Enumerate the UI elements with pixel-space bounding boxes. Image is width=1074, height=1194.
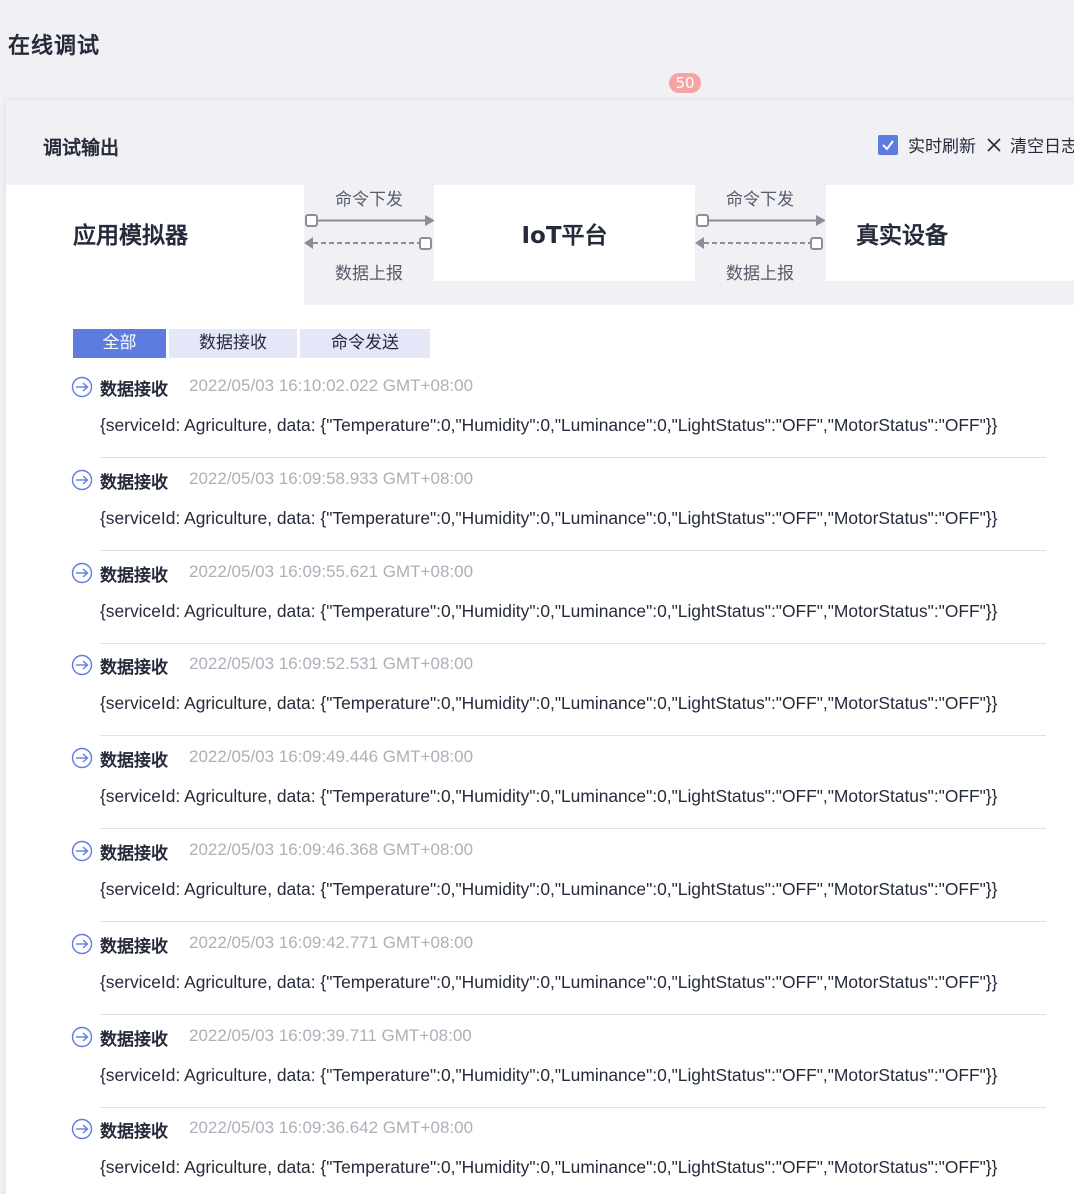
log-payload: {serviceId: Agriculture, data: {"Tempera… <box>100 878 998 899</box>
log-type: 数据接收 <box>100 843 168 864</box>
data-receive-icon <box>71 1026 93 1052</box>
log-type: 数据接收 <box>100 565 168 586</box>
log-entry: 数据接收 2022/05/03 16:09:39.711 GMT+08:00 {se… <box>6 1018 1074 1111</box>
tab-data-receive[interactable]: 数据接收 <box>169 329 297 358</box>
log-entry: 数据接收 2022/05/03 16:09:42.771 GMT+08:00 {se… <box>6 925 1074 1018</box>
log-entry: 数据接收 2022/05/03 16:09:55.621 GMT+08:00 {se… <box>6 554 1074 647</box>
log-filter-tabs: 全部 数据接收 命令发送 <box>73 329 433 358</box>
data-receive-icon <box>71 747 93 773</box>
check-icon <box>882 139 894 151</box>
log-entry: 数据接收 2022/05/03 16:09:46.368 GMT+08:00 {se… <box>6 832 1074 925</box>
log-divider <box>100 828 1046 830</box>
log-timestamp: 2022/05/03 16:09:52.531 GMT+08:00 <box>189 654 474 674</box>
tab-command-send[interactable]: 命令发送 <box>300 329 430 358</box>
flow-diagram: 应用模拟器 命令下发 数据上报 IoT平台 命令下发 数据上报 真实设备 <box>43 185 1074 305</box>
iot-platform-node[interactable]: IoT平台 <box>434 185 695 281</box>
log-payload: {serviceId: Agriculture, data: {"Tempera… <box>100 507 998 528</box>
log-payload: {serviceId: Agriculture, data: {"Tempera… <box>100 693 998 714</box>
log-payload: {serviceId: Agriculture, data: {"Tempera… <box>100 971 998 992</box>
connector-app-iot: 命令下发 数据上报 <box>304 185 434 284</box>
data-up-label: 数据上报 <box>335 264 403 284</box>
log-payload: {serviceId: Agriculture, data: {"Tempera… <box>100 1157 998 1178</box>
flow-arrows-icon <box>304 214 434 250</box>
debug-output-card: 调试输出 实时刷新 清空日志 应用模拟器 命令下发 数据上报 IoT平台 命令下… <box>6 100 1074 1194</box>
log-entry: 数据接收 2022/05/03 16:09:52.531 GMT+08:00 {se… <box>6 646 1074 739</box>
realtime-refresh-checkbox[interactable] <box>878 134 898 155</box>
connector-iot-device: 命令下发 数据上报 <box>695 185 825 284</box>
data-receive-icon <box>71 840 93 866</box>
log-divider <box>100 1106 1046 1108</box>
log-entry: 数据接收 2022/05/03 16:09:49.446 GMT+08:00 {se… <box>6 739 1074 832</box>
log-timestamp: 2022/05/03 16:09:42.771 GMT+08:00 <box>189 932 474 952</box>
message-count-badge: 50 <box>669 73 701 93</box>
log-payload: {serviceId: Agriculture, data: {"Tempera… <box>100 415 998 435</box>
log-divider <box>100 735 1046 737</box>
data-receive-icon <box>71 933 93 959</box>
log-type: 数据接收 <box>100 380 168 400</box>
log-timestamp: 2022/05/03 16:09:39.711 GMT+08:00 <box>189 1025 472 1045</box>
data-receive-icon <box>71 376 93 402</box>
realtime-refresh-label[interactable]: 实时刷新 <box>908 132 976 157</box>
debug-toolbar: 实时刷新 清空日志 <box>878 132 1074 157</box>
flow-arrows-icon <box>695 214 825 250</box>
log-entry: 数据接收 2022/05/03 16:10:02.022 GMT+08:00 {se… <box>6 368 1074 461</box>
log-type: 数据接收 <box>100 658 168 679</box>
log-timestamp: 2022/05/03 16:09:58.933 GMT+08:00 <box>189 468 474 488</box>
data-receive-icon <box>71 562 93 588</box>
log-type: 数据接收 <box>100 1029 168 1050</box>
log-payload: {serviceId: Agriculture, data: {"Tempera… <box>100 1064 998 1085</box>
log-divider <box>100 920 1046 922</box>
log-entry: 数据接收 2022/05/03 16:09:58.933 GMT+08:00 {se… <box>6 461 1074 554</box>
log-timestamp: 2022/05/03 16:09:55.621 GMT+08:00 <box>189 561 474 581</box>
data-receive-icon <box>71 469 93 495</box>
debug-output-header: 调试输出 实时刷新 清空日志 <box>6 100 1074 185</box>
tab-all[interactable]: 全部 <box>73 329 166 358</box>
real-device-node[interactable]: 真实设备 <box>826 185 1074 281</box>
close-icon[interactable] <box>986 137 1002 153</box>
log-type: 数据接收 <box>100 1122 168 1143</box>
log-divider <box>100 1013 1046 1015</box>
app-simulator-node[interactable]: 应用模拟器 <box>43 185 304 305</box>
log-timestamp: 2022/05/03 16:09:36.642 GMT+08:00 <box>189 1118 474 1138</box>
log-payload: {serviceId: Agriculture, data: {"Tempera… <box>100 600 998 621</box>
debug-output-title: 调试输出 <box>43 137 120 159</box>
log-entry: 数据接收 2022/05/03 16:09:36.642 GMT+08:00 {se… <box>6 1110 1074 1194</box>
log-type: 数据接收 <box>100 472 168 493</box>
data-receive-icon <box>71 654 93 680</box>
log-timestamp: 2022/05/03 16:10:02.022 GMT+08:00 <box>189 376 474 395</box>
log-payload: {serviceId: Agriculture, data: {"Tempera… <box>100 786 998 807</box>
log-divider <box>100 549 1046 551</box>
log-timestamp: 2022/05/03 16:09:49.446 GMT+08:00 <box>189 747 474 767</box>
log-type: 数据接收 <box>100 751 168 772</box>
page-title: 在线调试 <box>8 34 101 59</box>
log-divider <box>100 457 1046 458</box>
data-up-label: 数据上报 <box>726 264 794 284</box>
log-list: 数据接收 2022/05/03 16:10:02.022 GMT+08:00 {se… <box>6 368 1074 1194</box>
log-divider <box>100 642 1046 644</box>
log-timestamp: 2022/05/03 16:09:46.368 GMT+08:00 <box>189 839 474 859</box>
data-receive-icon <box>71 1118 93 1144</box>
clear-log-button[interactable]: 清空日志 <box>1010 132 1074 157</box>
log-type: 数据接收 <box>100 936 168 957</box>
